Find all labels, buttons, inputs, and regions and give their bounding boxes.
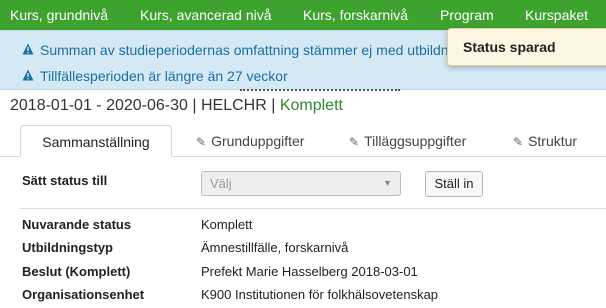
detail-value: Komplett [201, 217, 253, 232]
tab-bar: Sammanställning ✎ Grunduppgifter ✎ Tillägg… [0, 125, 606, 157]
summary-panel: Sätt status till Välj ▼ Ställ in Nuvaran… [10, 157, 606, 308]
separator: | [271, 97, 276, 114]
tab-label: Tilläggsuppgifter [364, 133, 467, 149]
truncated-title-remnant [240, 89, 400, 93]
status-toast: Status sparad [447, 28, 606, 66]
status-select[interactable]: Välj ▼ [201, 171, 401, 196]
tab-struktur[interactable]: ✎ Struktur [513, 125, 577, 157]
separator: | [192, 97, 197, 114]
detail-key: Beslut (Komplett) [22, 264, 131, 279]
tab-sammanstallning[interactable]: Sammanställning [20, 125, 172, 157]
toast-message: Status sparad [463, 39, 556, 55]
pencil-icon: ✎ [513, 135, 524, 149]
nav-item-program[interactable]: Program [440, 0, 494, 30]
tab-label: Grunduppgifter [211, 133, 305, 149]
nav-item-kurspaket[interactable]: Kurspaket [525, 0, 588, 30]
nav-item-kurs-avancerad-niva[interactable]: Kurs, avancerad nivå [140, 0, 272, 30]
alert-message: Tillfällesperioden är längre än 27 vecko… [22, 66, 288, 86]
tab-label: Struktur [528, 133, 578, 149]
course-code: HELCHR [200, 97, 267, 114]
divider [20, 208, 606, 209]
detail-key: Organisationsenhet [22, 287, 145, 302]
nav-item-kurs-grundniva[interactable]: Kurs, grundnivå [10, 0, 108, 30]
alert-text: Tillfällesperioden är längre än 27 vecko… [40, 68, 288, 84]
select-value: Välj [210, 176, 232, 191]
detail-value: K900 Institutionen för folkhälsovetenska… [201, 287, 439, 302]
set-status-button[interactable]: Ställ in [425, 171, 483, 197]
detail-value: Ämnestillfälle, forskarnivå [201, 240, 349, 255]
detail-value: Prefekt Marie Hasselberg 2018-03-01 [201, 264, 418, 279]
alert-text: Summan av studieperiodernas omfattning s… [40, 42, 449, 58]
pencil-icon: ✎ [349, 135, 360, 149]
tab-grunduppgifter[interactable]: ✎ Grunduppgifter [196, 125, 304, 157]
tab-label: Sammanställning [42, 134, 150, 150]
status-badge: Komplett [279, 97, 343, 114]
detail-key: Utbildningstyp [22, 240, 113, 255]
warning-triangle-icon [22, 66, 36, 86]
alert-message: Summan av studieperiodernas omfattning s… [22, 40, 449, 60]
caret-down-icon: ▼ [383, 178, 392, 188]
warning-triangle-icon [22, 40, 36, 60]
period-dates: 2018-01-01 - 2020-06-30 [10, 97, 188, 114]
page-subheader: 2018-01-01 - 2020-06-30 | HELCHR | Kompl… [10, 97, 343, 115]
top-navigation: Kurs, grundnivå Kurs, avancerad nivå Kur… [0, 0, 606, 30]
nav-item-kurs-forskarniva[interactable]: Kurs, forskarnivå [303, 0, 408, 30]
pencil-icon: ✎ [196, 135, 207, 149]
detail-key: Nuvarande status [22, 217, 132, 232]
set-status-label: Sätt status till [22, 173, 108, 188]
tab-tillaggsuppgifter[interactable]: ✎ Tilläggsuppgifter [349, 125, 466, 157]
